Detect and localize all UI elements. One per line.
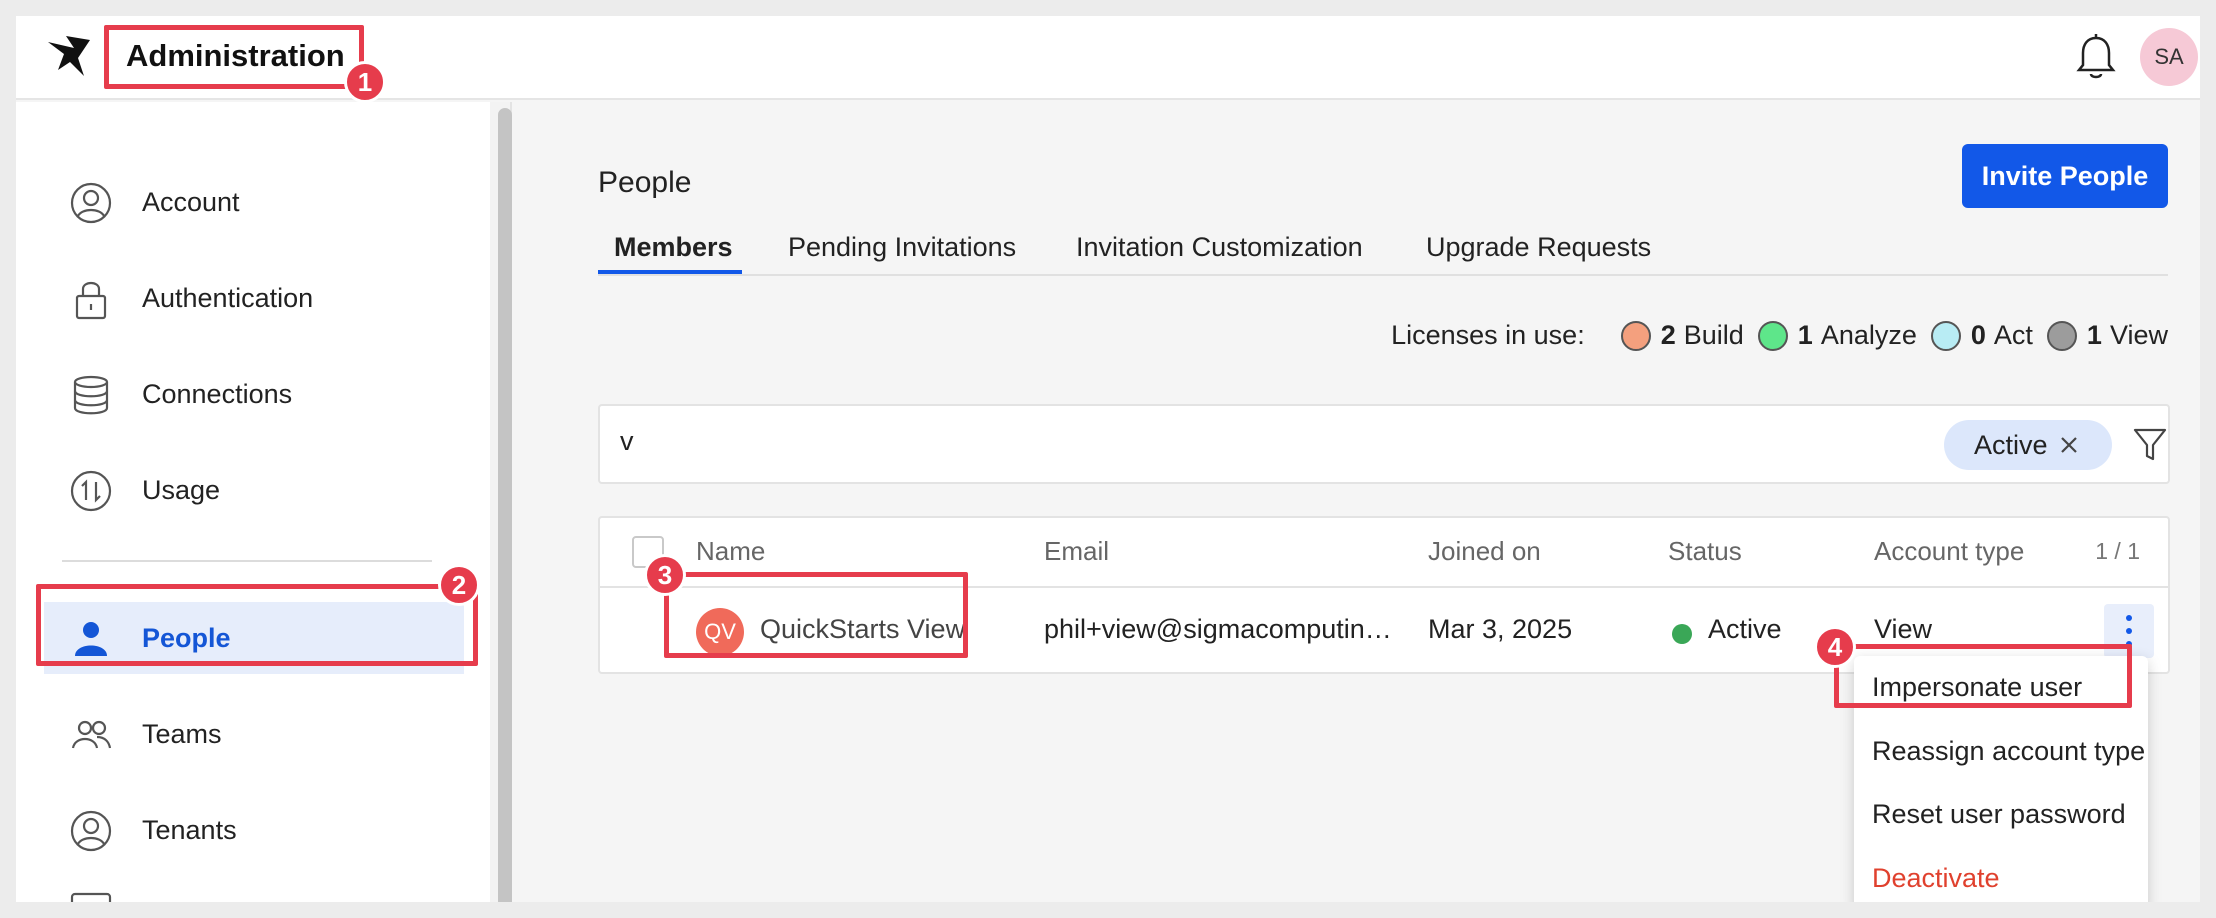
license-view: 1 View xyxy=(2046,320,2168,351)
menu-reassign-account-type[interactable]: Reassign account type xyxy=(1872,736,2145,767)
sidebar-item-label: Connections xyxy=(142,378,293,409)
sidebar-item-authentication[interactable]: Authentication xyxy=(44,262,464,334)
user-circle-icon xyxy=(70,182,112,224)
status-active-dot xyxy=(1672,624,1692,644)
page-count: 1 / 1 xyxy=(2095,538,2140,564)
partial-sidebar-icon xyxy=(70,892,112,902)
menu-reset-user-password[interactable]: Reset user password xyxy=(1872,799,2126,830)
close-icon[interactable] xyxy=(2056,432,2082,458)
member-account-type: View xyxy=(1874,614,1933,644)
column-email[interactable]: Email xyxy=(1044,536,1109,567)
database-icon xyxy=(73,375,109,415)
user-avatar[interactable]: SA xyxy=(2140,28,2198,86)
license-count: 0 xyxy=(1970,320,1986,350)
chip-label: Active xyxy=(1974,429,2048,460)
callout-badge-4: 4 xyxy=(1814,626,1856,668)
licenses-summary: Licenses in use: 2 Build 1 Analyze 0 Act… xyxy=(1391,320,2168,351)
sidebar-item-connections[interactable]: Connections xyxy=(44,358,464,430)
sidebar-item-label: Authentication xyxy=(142,282,314,313)
callout-badge-1: 1 xyxy=(344,61,386,103)
bell-icon[interactable] xyxy=(2074,32,2118,82)
tab-invitation-customization[interactable]: Invitation Customization xyxy=(1076,232,1363,263)
sidebar-divider xyxy=(62,560,432,562)
license-act: 0 Act xyxy=(1930,320,2033,351)
callout-badge-3: 3 xyxy=(644,554,686,596)
license-dot xyxy=(1620,320,1651,351)
license-dot xyxy=(1930,320,1961,351)
tab-bar: Members Pending Invitations Invitation C… xyxy=(598,220,2168,276)
license-analyze: 1 Analyze xyxy=(1757,320,1917,351)
sidebar-item-tenants[interactable]: Tenants xyxy=(44,794,464,866)
license-count: 2 xyxy=(1660,320,1676,350)
sidebar-item-teams[interactable]: Teams xyxy=(44,698,464,770)
active-tab-indicator xyxy=(598,270,742,274)
sigma-logo-icon[interactable] xyxy=(44,34,94,80)
invite-people-button[interactable]: Invite People xyxy=(1962,144,2168,208)
sidebar-item-label: Usage xyxy=(142,474,221,505)
license-type: View xyxy=(2109,320,2168,350)
highlight-member-name xyxy=(664,572,968,658)
sidebar: Account Authentication Connections Usage… xyxy=(16,102,490,902)
highlight-administration xyxy=(104,25,364,89)
member-joined-on: Mar 3, 2025 xyxy=(1428,614,1573,644)
tab-upgrade-requests[interactable]: Upgrade Requests xyxy=(1426,232,1651,263)
member-email: phil+view@sigmacomputin… xyxy=(1044,614,1392,644)
column-status[interactable]: Status xyxy=(1668,536,1742,567)
admin-app: Administration SA Account Authentication xyxy=(16,16,2200,902)
license-count: 1 xyxy=(1797,320,1813,350)
sidebar-scrollbar[interactable] xyxy=(498,108,512,902)
status-filter-chip[interactable]: Active xyxy=(1944,420,2112,470)
tab-members[interactable]: Members xyxy=(614,232,733,263)
usage-arrows-icon xyxy=(70,470,112,512)
column-joined-on[interactable]: Joined on xyxy=(1428,536,1541,567)
sidebar-item-label: Tenants xyxy=(142,814,237,845)
license-build: 2 Build xyxy=(1620,320,1744,351)
license-dot xyxy=(1757,320,1788,351)
sidebar-item-label: Teams xyxy=(142,718,222,749)
sidebar-item-label: Account xyxy=(142,186,240,217)
license-type: Analyze xyxy=(1820,320,1917,350)
column-account-type[interactable]: Account type xyxy=(1874,536,2024,567)
column-name[interactable]: Name xyxy=(696,536,765,567)
team-icon xyxy=(71,720,112,749)
user-circle-icon xyxy=(70,810,112,852)
search-value: v xyxy=(620,426,634,456)
search-input[interactable]: v Active xyxy=(598,404,2170,484)
member-status: Active xyxy=(1708,614,1782,644)
menu-deactivate[interactable]: Deactivate xyxy=(1872,863,2000,894)
sidebar-item-usage[interactable]: Usage xyxy=(44,454,464,526)
license-dot xyxy=(2046,320,2077,351)
license-type: Act xyxy=(1993,320,2033,350)
license-count: 1 xyxy=(2086,320,2102,350)
lock-icon xyxy=(75,281,107,320)
callout-badge-2: 2 xyxy=(438,564,480,606)
tab-pending-invitations[interactable]: Pending Invitations xyxy=(788,232,1016,263)
sidebar-item-account[interactable]: Account xyxy=(44,166,464,238)
licenses-label: Licenses in use: xyxy=(1391,320,1585,350)
filter-icon[interactable] xyxy=(2132,426,2168,464)
highlight-people xyxy=(36,584,478,666)
page-title: People xyxy=(598,166,692,199)
license-type: Build xyxy=(1683,320,1744,350)
highlight-impersonate xyxy=(1834,644,2132,708)
